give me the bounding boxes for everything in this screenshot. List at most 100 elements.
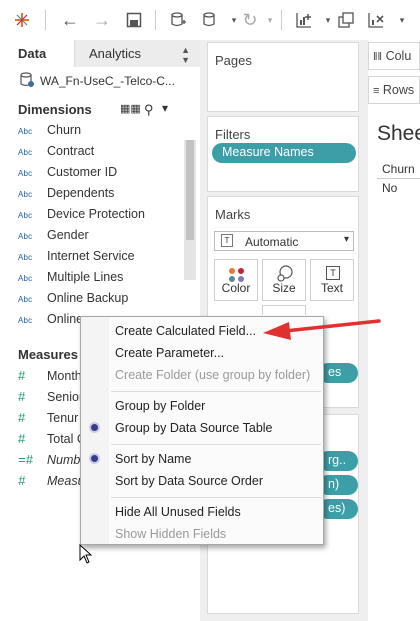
chevron-down-icon[interactable]: ▾ bbox=[162, 101, 168, 115]
header-divider bbox=[377, 178, 420, 179]
marks-title: Marks bbox=[215, 207, 251, 222]
dimension-field[interactable]: Abc Online Backup bbox=[18, 291, 128, 311]
cell-value: No bbox=[382, 181, 398, 195]
dimension-field[interactable]: Abc Device Protection bbox=[18, 207, 145, 227]
chevron-down-icon: ▾ bbox=[343, 234, 349, 245]
radio-selected-icon bbox=[91, 424, 98, 431]
measure-field[interactable]: =# Numb bbox=[18, 452, 80, 472]
measure-field[interactable]: # Measu bbox=[18, 473, 85, 493]
pages-title: Pages bbox=[215, 53, 252, 68]
menu-item-group-by-data-source-table[interactable]: Group by Data Source Table bbox=[115, 421, 273, 435]
number-type-icon: # bbox=[18, 389, 26, 404]
dimensions-header-label: Dimensions bbox=[18, 102, 92, 117]
string-type-icon: Abc bbox=[18, 190, 33, 199]
datasource-name: WA_Fn-UseC_-Telco-C... bbox=[40, 74, 175, 88]
number-type-icon: # bbox=[18, 473, 26, 488]
menu-item-hide-all-unused-fields[interactable]: Hide All Unused Fields bbox=[115, 505, 241, 519]
string-type-icon: Abc bbox=[18, 274, 33, 283]
string-type-icon: Abc bbox=[18, 316, 33, 325]
sheet-title: Shee bbox=[377, 122, 420, 145]
new-datasource-icon[interactable] bbox=[166, 8, 190, 32]
column-header: Churn bbox=[382, 162, 415, 176]
dimension-field[interactable]: Abc Multiple Lines bbox=[18, 270, 123, 290]
menu-item-sort-by-data-source-order[interactable]: Sort by Data Source Order bbox=[115, 474, 263, 488]
new-worksheet-icon[interactable] bbox=[292, 8, 316, 32]
dimension-field[interactable]: Abc Contract bbox=[18, 144, 94, 164]
pause-updates-icon[interactable] bbox=[198, 8, 222, 32]
measure-field-label: Measu bbox=[47, 474, 85, 488]
menu-item-group-by-folder[interactable]: Group by Folder bbox=[115, 399, 205, 413]
dimension-field-label: Dependents bbox=[47, 186, 115, 200]
measure-field[interactable]: # Total C bbox=[18, 431, 86, 451]
tableau-logo-icon[interactable] bbox=[10, 8, 34, 32]
filters-card[interactable]: Filters Measure Names bbox=[207, 116, 359, 192]
string-type-icon: Abc bbox=[18, 253, 33, 262]
tab-analytics[interactable]: Analytics ▲ ▼ bbox=[74, 40, 200, 67]
marks-pill[interactable]: es bbox=[318, 363, 358, 383]
scrollbar[interactable] bbox=[184, 140, 196, 280]
dimension-field-label: Churn bbox=[47, 123, 82, 137]
measures-header-label: Measures bbox=[18, 347, 78, 362]
tab-analytics-label: Analytics bbox=[89, 46, 142, 61]
grid-view-icon[interactable]: ▦▦ bbox=[120, 102, 141, 115]
clear-sheet-icon[interactable] bbox=[364, 8, 388, 32]
text-icon: T bbox=[326, 266, 340, 280]
save-icon[interactable] bbox=[122, 8, 146, 32]
rows-shelf[interactable]: ≡ Rows bbox=[368, 76, 420, 104]
measure-pill[interactable]: n) bbox=[318, 475, 358, 495]
measure-field[interactable]: # Tenur bbox=[18, 410, 78, 430]
mark-type-label: Automatic bbox=[245, 235, 299, 249]
rows-label: Rows bbox=[382, 83, 415, 97]
size-button[interactable]: Size bbox=[262, 259, 306, 301]
chevron-down-icon[interactable]: ▾ bbox=[258, 8, 282, 32]
datasource-item[interactable]: WA_Fn-UseC_-Telco-C... bbox=[0, 67, 200, 99]
dimension-field-label: Gender bbox=[47, 228, 89, 242]
dimension-field-label: Contract bbox=[47, 144, 95, 158]
number-type-icon: # bbox=[18, 368, 26, 383]
menu-separator bbox=[111, 444, 321, 445]
measures-header: Measures bbox=[0, 347, 80, 369]
dimension-field[interactable]: Abc Internet Service bbox=[18, 249, 135, 269]
measure-field[interactable]: # Month bbox=[18, 368, 82, 388]
dimension-field[interactable]: Abc Customer ID bbox=[18, 165, 117, 185]
search-icon[interactable]: ⚲ bbox=[144, 102, 154, 118]
mouse-cursor-icon bbox=[79, 544, 93, 564]
dimension-field[interactable]: Abc Dependents bbox=[18, 186, 114, 206]
number-type-icon: # bbox=[18, 431, 26, 446]
dimensions-header: Dimensions ▦▦ ⚲ ▾ bbox=[0, 101, 200, 124]
menu-separator bbox=[111, 497, 321, 498]
measure-field-label: Month bbox=[47, 369, 82, 383]
text-button[interactable]: T Text bbox=[310, 259, 354, 301]
dimension-field[interactable]: Abc Online bbox=[18, 312, 83, 332]
measure-pill[interactable]: rg.. bbox=[318, 451, 358, 471]
menu-item-create-folder[interactable]: Create Folder (use group by folder) bbox=[115, 368, 310, 382]
menu-item-sort-by-name[interactable]: Sort by Name bbox=[115, 452, 191, 466]
color-button[interactable]: Color bbox=[214, 259, 258, 301]
chevron-down-icon[interactable]: ▾ bbox=[390, 8, 414, 32]
duplicate-icon[interactable] bbox=[334, 8, 358, 32]
dimension-field-label: Online Backup bbox=[47, 291, 129, 305]
measure-field[interactable]: # Senior bbox=[18, 389, 83, 409]
toolbar-divider bbox=[281, 10, 282, 30]
scrollbar-thumb[interactable] bbox=[186, 140, 194, 240]
string-type-icon: Abc bbox=[18, 232, 33, 241]
dimension-field[interactable]: Abc Churn bbox=[18, 123, 81, 143]
measure-field-label: Numb bbox=[47, 453, 81, 467]
menu-separator bbox=[111, 391, 321, 392]
dimension-field-label: Customer ID bbox=[47, 165, 118, 179]
mark-type-select[interactable]: T Automatic ▾ bbox=[214, 231, 354, 251]
dimension-field[interactable]: Abc Gender bbox=[18, 228, 89, 248]
measure-pill[interactable]: es) bbox=[318, 499, 358, 519]
undo-icon[interactable]: ← bbox=[58, 8, 82, 32]
redo-icon[interactable]: → bbox=[90, 8, 114, 32]
menu-item-create-parameter[interactable]: Create Parameter... bbox=[115, 346, 224, 360]
tab-data[interactable]: Data bbox=[0, 40, 74, 67]
columns-label: Colu bbox=[385, 49, 412, 63]
string-type-icon: Abc bbox=[18, 148, 33, 157]
menu-item-show-hidden-fields[interactable]: Show Hidden Fields bbox=[115, 527, 226, 541]
string-type-icon: Abc bbox=[18, 169, 33, 178]
pages-card[interactable]: Pages bbox=[207, 42, 359, 112]
columns-shelf[interactable]: ‖‖ Colu bbox=[368, 42, 420, 70]
menu-item-create-calculated-field[interactable]: Create Calculated Field... bbox=[115, 324, 256, 338]
filter-pill[interactable]: Measure Names bbox=[212, 143, 356, 163]
